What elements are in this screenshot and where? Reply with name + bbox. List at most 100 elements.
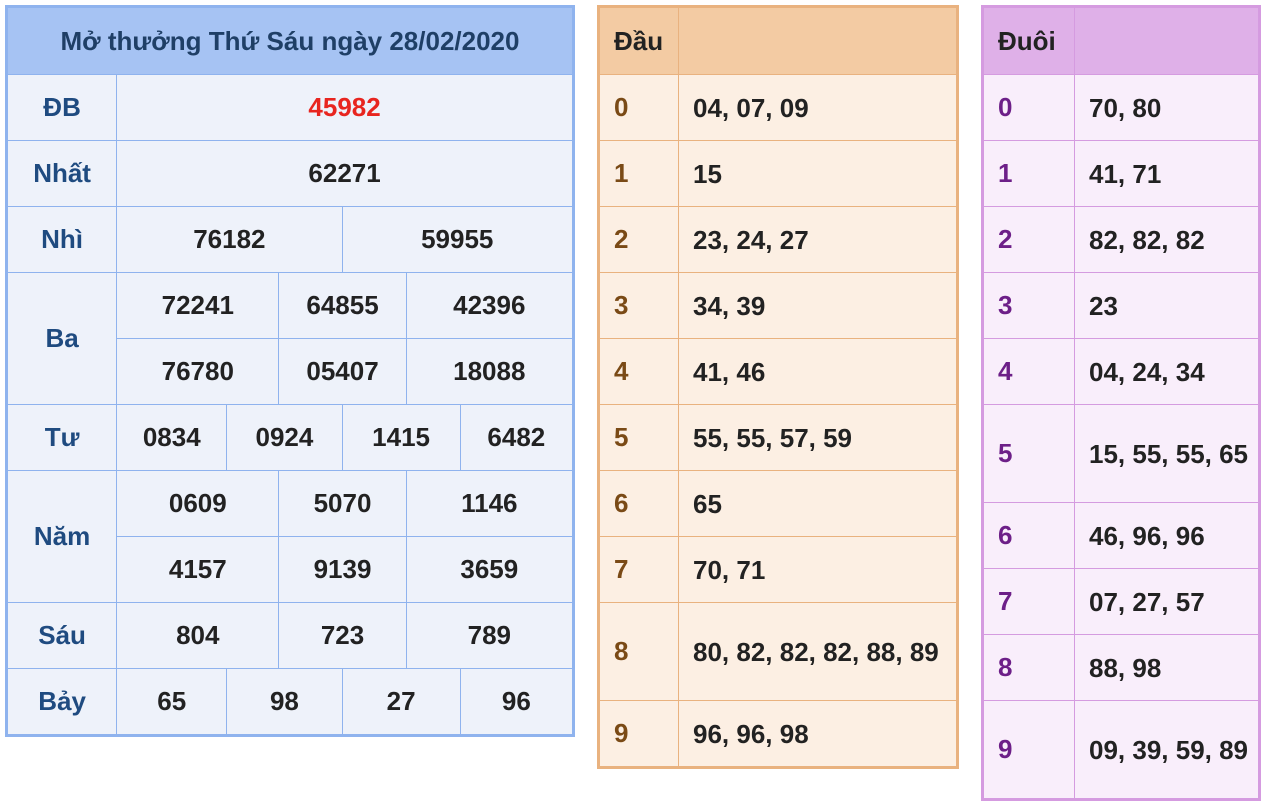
prize-number: 0924 bbox=[226, 404, 343, 471]
dau-values: 41, 46 bbox=[678, 338, 958, 405]
dau-values: 23, 24, 27 bbox=[678, 206, 958, 273]
duoi-row: 0 70, 80 bbox=[982, 74, 1260, 141]
dau-values: 15 bbox=[678, 140, 958, 207]
results-table: Mở thưởng Thứ Sáu ngày 28/02/2020 ĐB 459… bbox=[5, 5, 575, 737]
prize-number: 27 bbox=[341, 668, 461, 736]
duoi-values: 07, 27, 57 bbox=[1074, 568, 1260, 635]
prize-number: 76780 bbox=[116, 338, 280, 405]
duoi-digit: 0 bbox=[982, 74, 1075, 141]
duoi-digit: 6 bbox=[982, 502, 1075, 569]
dau-table: Đầu 0 04, 07, 09 1 15 2 23, 24, 27 3 34, 39 … bbox=[597, 5, 959, 769]
duoi-digit: 9 bbox=[982, 700, 1075, 800]
duoi-row: 8 88, 98 bbox=[982, 634, 1260, 701]
prize-number: 65 bbox=[116, 668, 228, 736]
dau-digit: 8 bbox=[598, 602, 679, 701]
dau-row: 5 55, 55, 57, 59 bbox=[598, 404, 958, 471]
prize-number: 45982 bbox=[116, 74, 574, 141]
prize-label: ĐB bbox=[5, 74, 118, 141]
dau-row: 0 04, 07, 09 bbox=[598, 74, 958, 141]
dau-header-blank bbox=[678, 6, 958, 75]
duoi-row: 7 07, 27, 57 bbox=[982, 568, 1260, 635]
prize-number: 42396 bbox=[405, 272, 575, 339]
prize-number: 1146 bbox=[405, 470, 575, 537]
prize-row-ba: Ba 72241 64855 42396 bbox=[5, 272, 575, 405]
prize-label: Ba bbox=[5, 272, 118, 405]
duoi-header: Đuôi bbox=[982, 6, 1075, 75]
prize-number: 0834 bbox=[116, 404, 228, 471]
prize-number: 76182 bbox=[116, 206, 343, 273]
dau-row: 3 34, 39 bbox=[598, 272, 958, 339]
prize-number: 18088 bbox=[405, 338, 575, 405]
prize-label: Năm bbox=[5, 470, 118, 603]
duoi-values: 88, 98 bbox=[1074, 634, 1260, 701]
duoi-header-blank bbox=[1074, 6, 1260, 75]
prize-row-db: ĐB 45982 bbox=[5, 74, 574, 141]
prize-number: 05407 bbox=[278, 338, 407, 405]
prize-number: 5070 bbox=[278, 470, 407, 537]
duoi-row: 5 15, 55, 55, 65 bbox=[982, 404, 1260, 503]
duoi-values: 23 bbox=[1074, 272, 1260, 339]
dau-values: 55, 55, 57, 59 bbox=[678, 404, 958, 471]
prize-number: 804 bbox=[116, 602, 280, 669]
prize-number: 4157 bbox=[116, 536, 280, 603]
duoi-values: 46, 96, 96 bbox=[1074, 502, 1260, 569]
duoi-digit: 7 bbox=[982, 568, 1075, 635]
results-title: Mở thưởng Thứ Sáu ngày 28/02/2020 bbox=[6, 6, 574, 75]
dau-values: 34, 39 bbox=[678, 272, 958, 339]
prize-number: 1415 bbox=[341, 404, 461, 471]
dau-row: 2 23, 24, 27 bbox=[598, 206, 958, 273]
prize-number: 789 bbox=[405, 602, 575, 669]
prize-number: 6482 bbox=[459, 404, 575, 471]
duoi-row: 2 82, 82, 82 bbox=[982, 206, 1260, 273]
dau-row: 6 65 bbox=[598, 470, 958, 537]
duoi-values: 41, 71 bbox=[1074, 140, 1260, 207]
duoi-row: 3 23 bbox=[982, 272, 1260, 339]
duoi-values: 70, 80 bbox=[1074, 74, 1260, 141]
prize-number: 64855 bbox=[278, 272, 407, 339]
duoi-values: 15, 55, 55, 65 bbox=[1074, 404, 1260, 503]
dau-values: 96, 96, 98 bbox=[678, 700, 958, 768]
duoi-digit: 5 bbox=[982, 404, 1075, 503]
dau-digit: 7 bbox=[598, 536, 679, 603]
prize-label: Bảy bbox=[5, 668, 118, 736]
dau-digit: 4 bbox=[598, 338, 679, 405]
prize-row-nhat: Nhất 62271 bbox=[5, 140, 574, 207]
prize-row-bay: Bảy 65 98 27 96 bbox=[5, 668, 575, 736]
dau-values: 80, 82, 82, 82, 88, 89 bbox=[678, 602, 958, 701]
prize-row-tu: Tư 0834 0924 1415 6482 bbox=[5, 404, 575, 471]
prize-number: 72241 bbox=[116, 272, 280, 339]
prize-number: 98 bbox=[226, 668, 343, 736]
prize-row-sau: Sáu 804 723 789 bbox=[5, 602, 575, 669]
prize-number: 723 bbox=[278, 602, 407, 669]
duoi-row: 4 04, 24, 34 bbox=[982, 338, 1260, 405]
duoi-digit: 3 bbox=[982, 272, 1075, 339]
prize-number: 62271 bbox=[116, 140, 574, 207]
prize-number: 0609 bbox=[116, 470, 280, 537]
duoi-row: 9 09, 39, 59, 89 bbox=[982, 700, 1260, 800]
dau-digit: 1 bbox=[598, 140, 679, 207]
duoi-values: 82, 82, 82 bbox=[1074, 206, 1260, 273]
dau-values: 65 bbox=[678, 470, 958, 537]
prize-number: 9139 bbox=[278, 536, 407, 603]
dau-digit: 6 bbox=[598, 470, 679, 537]
prize-label: Sáu bbox=[5, 602, 118, 669]
duoi-values: 09, 39, 59, 89 bbox=[1074, 700, 1260, 800]
duoi-row: 1 41, 71 bbox=[982, 140, 1260, 207]
prize-row-nam: Năm 0609 5070 1146 bbox=[5, 470, 575, 603]
duoi-values: 04, 24, 34 bbox=[1074, 338, 1260, 405]
dau-row: 7 70, 71 bbox=[598, 536, 958, 603]
dau-values: 04, 07, 09 bbox=[678, 74, 958, 141]
duoi-table: Đuôi 0 70, 80 1 41, 71 2 82, 82, 82 3 23 4 04… bbox=[981, 5, 1261, 801]
dau-digit: 3 bbox=[598, 272, 679, 339]
dau-digit: 9 bbox=[598, 700, 679, 768]
dau-row: 9 96, 96, 98 bbox=[598, 700, 958, 768]
duoi-digit: 8 bbox=[982, 634, 1075, 701]
prize-number: 59955 bbox=[341, 206, 575, 273]
dau-header: Đầu bbox=[598, 6, 679, 75]
prize-number: 96 bbox=[459, 668, 575, 736]
prize-label: Tư bbox=[5, 404, 118, 471]
dau-row: 1 15 bbox=[598, 140, 958, 207]
prize-label: Nhất bbox=[5, 140, 118, 207]
duoi-row: 6 46, 96, 96 bbox=[982, 502, 1260, 569]
dau-digit: 0 bbox=[598, 74, 679, 141]
